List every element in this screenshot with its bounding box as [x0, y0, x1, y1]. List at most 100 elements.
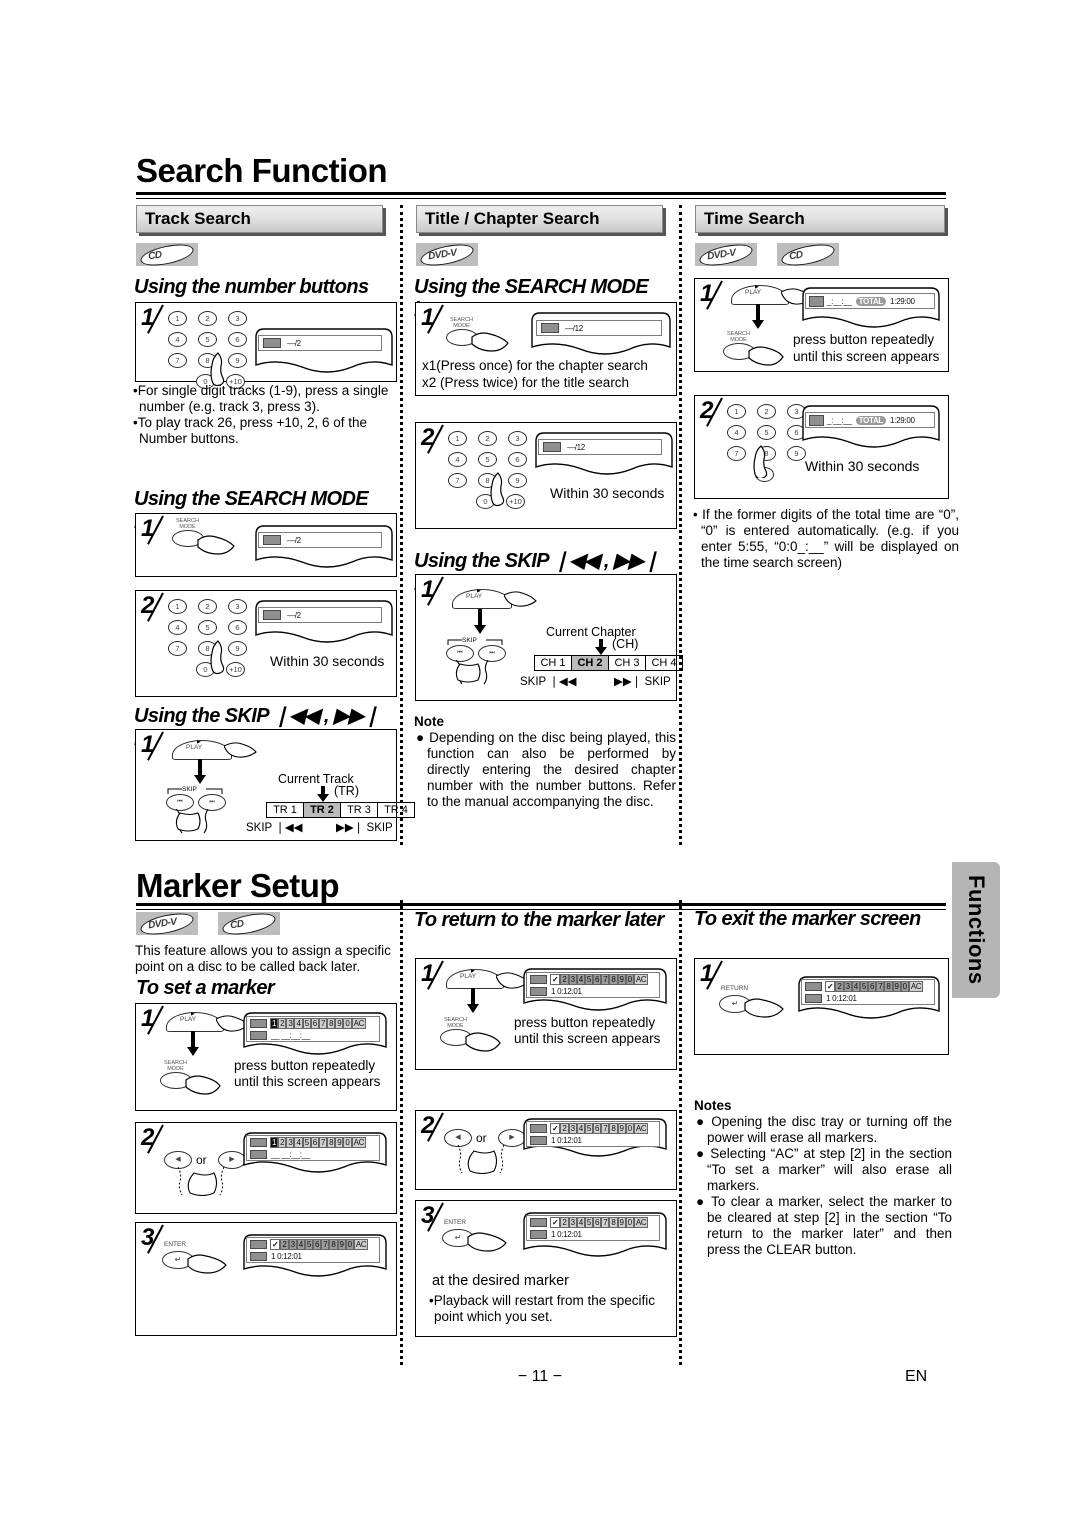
marker-cell[interactable]: 9 [617, 974, 626, 985]
marker-cell[interactable]: 5 [584, 1123, 594, 1134]
marker-cell[interactable]: 8 [329, 1239, 338, 1250]
marker-cell[interactable]: 0 [900, 981, 909, 992]
marker-cell[interactable]: 0 [343, 1137, 352, 1148]
marker-cell-checked[interactable]: ✓ [550, 1217, 561, 1228]
marker-cell[interactable]: 5 [584, 974, 594, 985]
key-6[interactable]: 6 [228, 332, 247, 347]
marker-cell[interactable]: 5 [584, 1217, 594, 1228]
marker-cell[interactable]: 6 [593, 1217, 602, 1228]
marker-cell[interactable]: 3 [568, 1217, 577, 1228]
key-4[interactable]: 4 [727, 425, 746, 440]
marker-cell[interactable]: 8 [327, 1137, 336, 1148]
marker-cell-ac[interactable]: AC [351, 1018, 367, 1029]
marker-cell-ac[interactable]: AC [633, 1217, 649, 1228]
key-2[interactable]: 2 [198, 311, 217, 326]
marker-cell-ac[interactable]: AC [353, 1239, 369, 1250]
marker-cell[interactable]: 7 [601, 1123, 610, 1134]
marker-cell[interactable]: 9 [617, 1217, 626, 1228]
marker-cell[interactable]: 3 [568, 1123, 577, 1134]
marker-cell[interactable]: 5 [859, 981, 869, 992]
marker-cell-selected[interactable]: 1 [270, 1137, 279, 1148]
marker-cell[interactable]: 4 [576, 1217, 585, 1228]
marker-cell[interactable]: 4 [576, 1123, 585, 1134]
marker-cell-checked[interactable]: ✓ [550, 974, 561, 985]
marker-cell[interactable]: 9 [617, 1123, 626, 1134]
marker-cell-checked[interactable]: ✓ [550, 1123, 561, 1134]
key-4[interactable]: 4 [168, 332, 187, 347]
marker-cell-ac[interactable]: AC [633, 974, 649, 985]
marker-cell[interactable]: 6 [593, 974, 602, 985]
marker-cell[interactable]: 6 [310, 1018, 319, 1029]
key-2[interactable]: 2 [478, 431, 497, 446]
marker-cell[interactable]: 3 [286, 1018, 295, 1029]
marker-cell[interactable]: 7 [876, 981, 885, 992]
marker-cell[interactable]: 9 [335, 1137, 344, 1148]
key-5[interactable]: 5 [478, 452, 497, 467]
marker-cell[interactable]: 3 [843, 981, 852, 992]
marker-cell[interactable]: 3 [568, 974, 577, 985]
key-5[interactable]: 5 [757, 425, 776, 440]
marker-cell[interactable]: 3 [286, 1137, 295, 1148]
marker-cell[interactable]: 6 [593, 1123, 602, 1134]
marker-cell[interactable]: 7 [318, 1137, 328, 1148]
marker-cell[interactable]: 0 [345, 1239, 354, 1250]
key-4[interactable]: 4 [168, 620, 187, 635]
marker-cell[interactable]: 8 [609, 1217, 618, 1228]
marker-cell[interactable]: 6 [310, 1137, 319, 1148]
key-1[interactable]: 1 [448, 431, 467, 446]
marker-cell[interactable]: 7 [601, 974, 610, 985]
marker-cell[interactable]: 2 [560, 1123, 569, 1134]
key-5[interactable]: 5 [198, 332, 217, 347]
key-1[interactable]: 1 [168, 311, 187, 326]
marker-cell[interactable]: 9 [335, 1018, 344, 1029]
key-5[interactable]: 5 [198, 620, 217, 635]
marker-cell[interactable]: 2 [280, 1239, 289, 1250]
marker-cell-checked[interactable]: ✓ [825, 981, 836, 992]
marker-cell[interactable]: 4 [294, 1137, 303, 1148]
marker-cell[interactable]: 5 [302, 1018, 311, 1029]
marker-cell[interactable]: 7 [601, 1217, 610, 1228]
key-3[interactable]: 3 [508, 431, 527, 446]
marker-cell[interactable]: 4 [294, 1018, 303, 1029]
key-7[interactable]: 7 [727, 446, 746, 461]
marker-cell[interactable]: 0 [625, 974, 634, 985]
key-6[interactable]: 6 [508, 452, 527, 467]
marker-cell[interactable]: 9 [337, 1239, 346, 1250]
marker-cell[interactable]: 8 [884, 981, 893, 992]
marker-cell[interactable]: 9 [892, 981, 901, 992]
key-7[interactable]: 7 [448, 473, 467, 488]
marker-cell[interactable]: 0 [343, 1018, 352, 1029]
marker-cell[interactable]: 5 [302, 1137, 311, 1148]
marker-cell[interactable]: 6 [868, 981, 877, 992]
marker-cell-ac[interactable]: AC [908, 981, 924, 992]
marker-cell[interactable]: 2 [278, 1137, 287, 1148]
key-2[interactable]: 2 [757, 404, 776, 419]
marker-cell[interactable]: 2 [278, 1018, 287, 1029]
key-6[interactable]: 6 [228, 620, 247, 635]
marker-cell[interactable]: 0 [625, 1217, 634, 1228]
marker-cell-checked[interactable]: ✓ [270, 1239, 281, 1250]
key-2[interactable]: 2 [198, 599, 217, 614]
marker-cell-ac[interactable]: AC [633, 1123, 649, 1134]
marker-cell[interactable]: 8 [609, 1123, 618, 1134]
key-3[interactable]: 3 [228, 599, 247, 614]
key-4[interactable]: 4 [448, 452, 467, 467]
key-7[interactable]: 7 [168, 641, 187, 656]
key-1[interactable]: 1 [727, 404, 746, 419]
marker-cell[interactable]: 3 [288, 1239, 297, 1250]
marker-cell[interactable]: 7 [318, 1018, 328, 1029]
marker-cell[interactable]: 4 [851, 981, 860, 992]
marker-cell[interactable]: 5 [304, 1239, 314, 1250]
marker-cell[interactable]: 8 [609, 974, 618, 985]
marker-cell[interactable]: 2 [560, 1217, 569, 1228]
marker-cell-selected[interactable]: 1 [270, 1018, 279, 1029]
marker-cell[interactable]: 2 [835, 981, 844, 992]
key-1[interactable]: 1 [168, 599, 187, 614]
marker-cell-ac[interactable]: AC [351, 1137, 367, 1148]
key-7[interactable]: 7 [168, 353, 187, 368]
marker-cell[interactable]: 7 [321, 1239, 330, 1250]
key-3[interactable]: 3 [228, 311, 247, 326]
marker-cell[interactable]: 8 [327, 1018, 336, 1029]
marker-cell[interactable]: 2 [560, 974, 569, 985]
marker-cell[interactable]: 6 [313, 1239, 322, 1250]
